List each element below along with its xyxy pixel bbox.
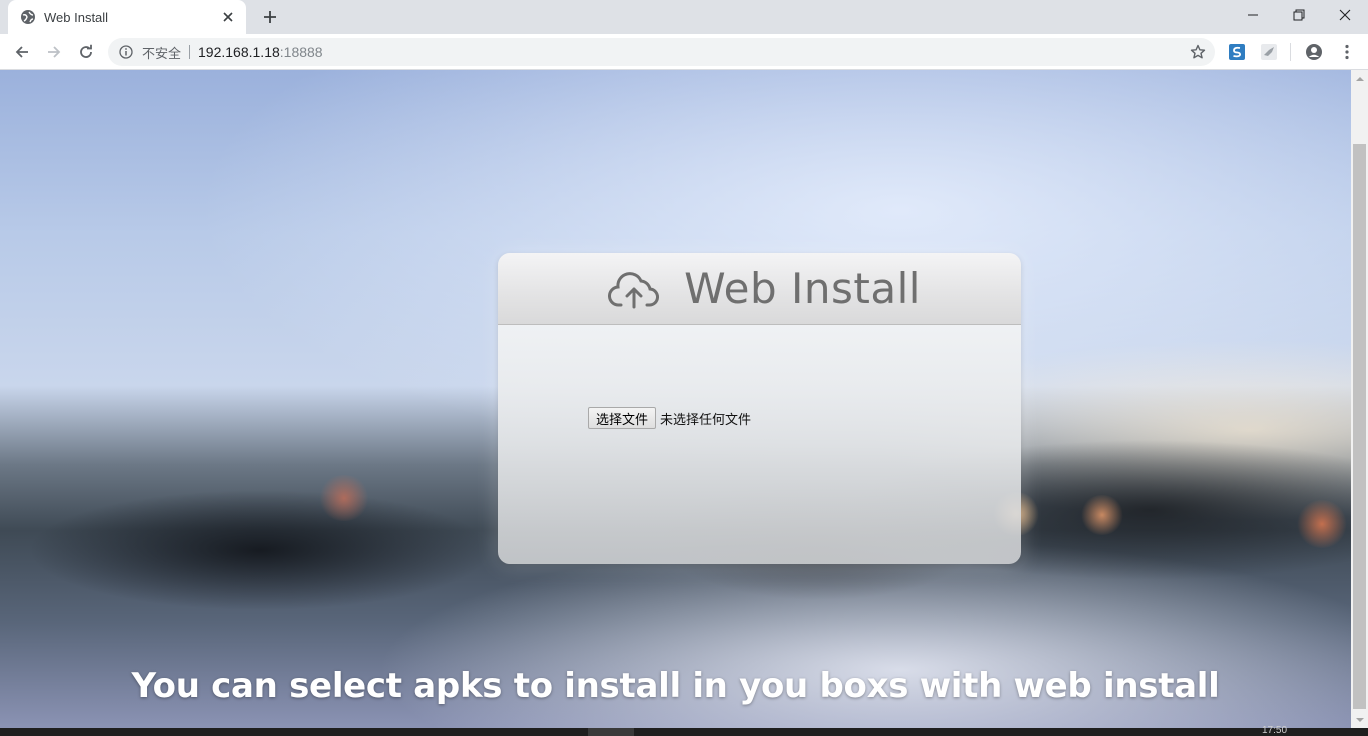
minimize-button[interactable] — [1230, 0, 1276, 30]
scrollbar-thumb[interactable] — [1353, 144, 1366, 709]
extension-s-icon[interactable] — [1226, 41, 1248, 63]
restore-button[interactable] — [1276, 0, 1322, 30]
close-icon — [1339, 9, 1351, 21]
plus-icon — [264, 11, 276, 23]
bokeh-light — [1296, 500, 1348, 548]
os-taskbar: 17:50 — [0, 725, 1368, 736]
reload-icon — [80, 44, 92, 58]
back-button[interactable] — [8, 38, 36, 66]
account-icon[interactable] — [1303, 41, 1325, 63]
cloud-upload-icon — [608, 271, 660, 308]
minimize-icon — [1248, 14, 1258, 16]
page-background: Web Install 选择文件 未选择任何文件 You can select … — [0, 70, 1351, 728]
taskbar-clock: 17:50 — [1262, 725, 1288, 736]
address-bar[interactable]: 不安全 192.168.1.18 :18888 — [108, 38, 1215, 66]
file-input[interactable]: 选择文件 未选择任何文件 — [588, 407, 751, 429]
extension-bird-icon[interactable] — [1258, 41, 1280, 63]
star-icon[interactable] — [1189, 43, 1207, 61]
browser-toolbar: 不安全 192.168.1.18 :18888 — [0, 34, 1368, 70]
bokeh-light — [318, 475, 370, 521]
arrow-left-icon — [15, 46, 28, 58]
more-vert-icon[interactable] — [1336, 41, 1358, 63]
restore-icon — [1293, 9, 1305, 21]
url-host: 192.168.1.18 — [198, 44, 280, 60]
url-port: :18888 — [279, 44, 323, 60]
tab-web-install[interactable]: Web Install — [8, 0, 246, 34]
taskbar-app-button[interactable] — [588, 728, 634, 736]
scroll-down-icon[interactable] — [1351, 711, 1368, 728]
vertical-scrollbar[interactable] — [1351, 70, 1368, 728]
page-caption: You can select apks to install in you bo… — [131, 666, 1220, 706]
info-icon[interactable] — [118, 44, 134, 60]
reload-button[interactable] — [72, 38, 100, 66]
web-install-card: Web Install 选择文件 未选择任何文件 — [498, 253, 1021, 564]
new-tab-button[interactable] — [258, 5, 282, 29]
address-divider — [189, 45, 191, 59]
file-status-label: 未选择任何文件 — [660, 412, 752, 428]
card-header: Web Install — [498, 253, 1021, 325]
security-label: 不安全 — [142, 45, 182, 61]
globe-icon — [20, 9, 36, 25]
close-icon[interactable] — [220, 9, 236, 25]
forward-button[interactable] — [40, 38, 68, 66]
tab-title: Web Install — [44, 9, 109, 25]
bokeh-light — [1080, 495, 1124, 535]
choose-file-button[interactable]: 选择文件 — [588, 407, 657, 429]
card-body: 选择文件 未选择任何文件 — [498, 325, 1021, 564]
card-title: Web Install — [684, 264, 921, 313]
scroll-up-icon[interactable] — [1351, 70, 1368, 87]
toolbar-divider — [1290, 43, 1291, 61]
tab-strip: Web Install — [0, 0, 1368, 34]
close-window-button[interactable] — [1322, 0, 1368, 30]
arrow-right-icon — [48, 46, 61, 58]
